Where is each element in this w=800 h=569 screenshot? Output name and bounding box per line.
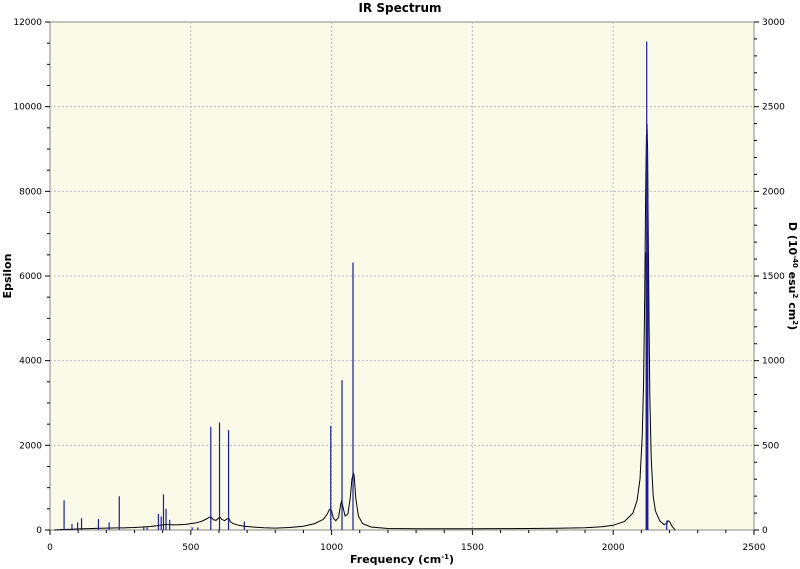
x-tick-label: 2000 [602,543,625,553]
chart-title: IR Spectrum [358,1,441,15]
y2-axis-label: D (10-40 esu2 cm2) [786,222,799,330]
ir-spectrum-chart: IR Spectrum 020004000600080001000012000 … [1,1,799,566]
x-tick-label: 0 [47,543,53,553]
x-tick-label: 1000 [320,543,343,553]
y-tick-label: 12000 [13,18,42,28]
y-tick-label: 0 [36,526,42,536]
x-tick-label: 2500 [743,543,766,553]
x-tick-label: 500 [182,543,199,553]
right-axis: 0 500 1000 1500 2000 2500 3000 [754,18,785,536]
x-axis: 0 500 1000 1500 2000 2500 [47,530,766,553]
y-tick-label: 4000 [19,357,42,367]
y-tick-label: 8000 [19,187,42,197]
y2-tick-label: 1000 [762,357,785,367]
left-axis: 0 2000 4000 6000 8000 10000 12000 [13,18,50,536]
y-tick-label: 2000 [19,441,42,451]
y2-tick-label: 1500 [762,272,785,282]
y-tick-label: 10000 [13,103,42,113]
y2-tick-label: 3000 [762,18,785,28]
y-axis-label: Epsilon [1,254,14,299]
y-tick-label: 6000 [19,272,42,282]
x-tick-label: 1500 [461,543,484,553]
y2-tick-label: 500 [762,441,779,451]
y2-tick-label: 2500 [762,103,785,113]
y2-tick-label: 0 [762,526,768,536]
y2-tick-label: 2000 [762,187,785,197]
x-axis-label: Frequency (cm-1) [350,553,454,566]
